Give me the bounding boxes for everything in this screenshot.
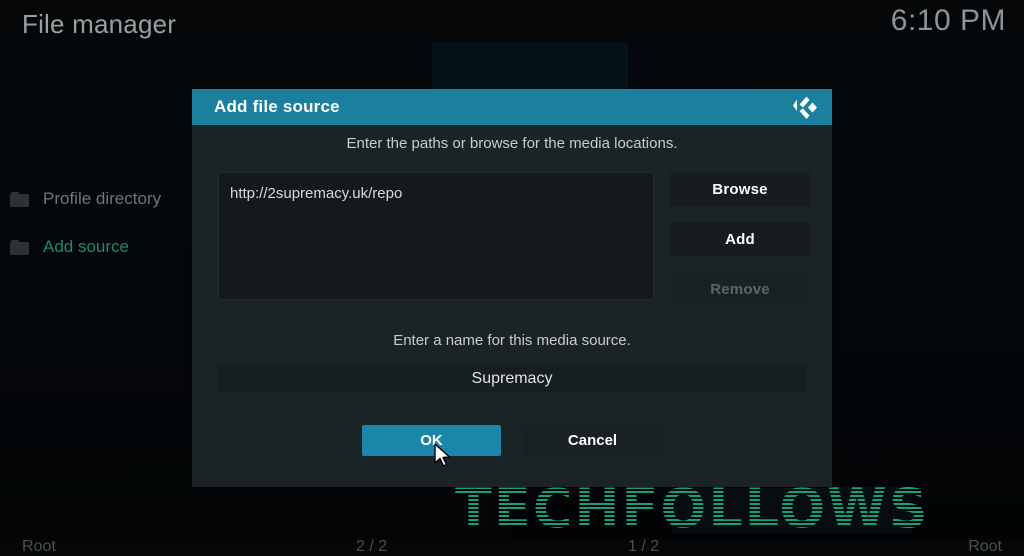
path-action-buttons: Browse Add Remove <box>670 172 810 322</box>
clock: 6:10 PM <box>890 4 1006 37</box>
status-left-count: 2 / 2 <box>356 538 388 555</box>
kodi-screen: File manager 6:10 PM Profile directory A… <box>0 0 1024 556</box>
status-right-path: Root <box>968 538 1002 555</box>
add-button[interactable]: Add <box>670 222 810 256</box>
source-name-input[interactable] <box>218 364 806 393</box>
folder-icon <box>10 239 29 255</box>
kodi-logo-icon <box>793 96 817 119</box>
dialog-footer: OK Cancel <box>192 425 832 456</box>
status-right-count: 1 / 2 <box>628 538 660 555</box>
dialog-titlebar: Add file source <box>192 89 832 125</box>
sidebar-item-label: Profile directory <box>43 189 162 208</box>
page-title: File manager <box>22 9 177 39</box>
remove-button: Remove <box>670 272 810 306</box>
cancel-button[interactable]: Cancel <box>523 425 662 456</box>
app-header: File manager 6:10 PM <box>0 0 1024 52</box>
source-path-list[interactable]: http://2supremacy.uk/repo <box>218 172 654 300</box>
browse-button[interactable]: Browse <box>670 172 810 206</box>
add-file-source-dialog: Add file source Enter the paths or brows… <box>192 89 832 487</box>
ok-button[interactable]: OK <box>362 425 501 456</box>
status-left-path: Root <box>22 538 56 555</box>
folder-icon <box>10 191 29 207</box>
source-path-item[interactable]: http://2supremacy.uk/repo <box>230 185 402 202</box>
background-lower-strip <box>672 487 912 533</box>
source-name-label: Enter a name for this media source. <box>393 332 631 349</box>
status-bar: Root 2 / 2 1 / 2 Root <box>0 534 1024 556</box>
dialog-title: Add file source <box>214 97 340 116</box>
dialog-subtitle: Enter the paths or browse for the media … <box>346 135 678 152</box>
sidebar-item-label: Add source <box>43 237 129 256</box>
